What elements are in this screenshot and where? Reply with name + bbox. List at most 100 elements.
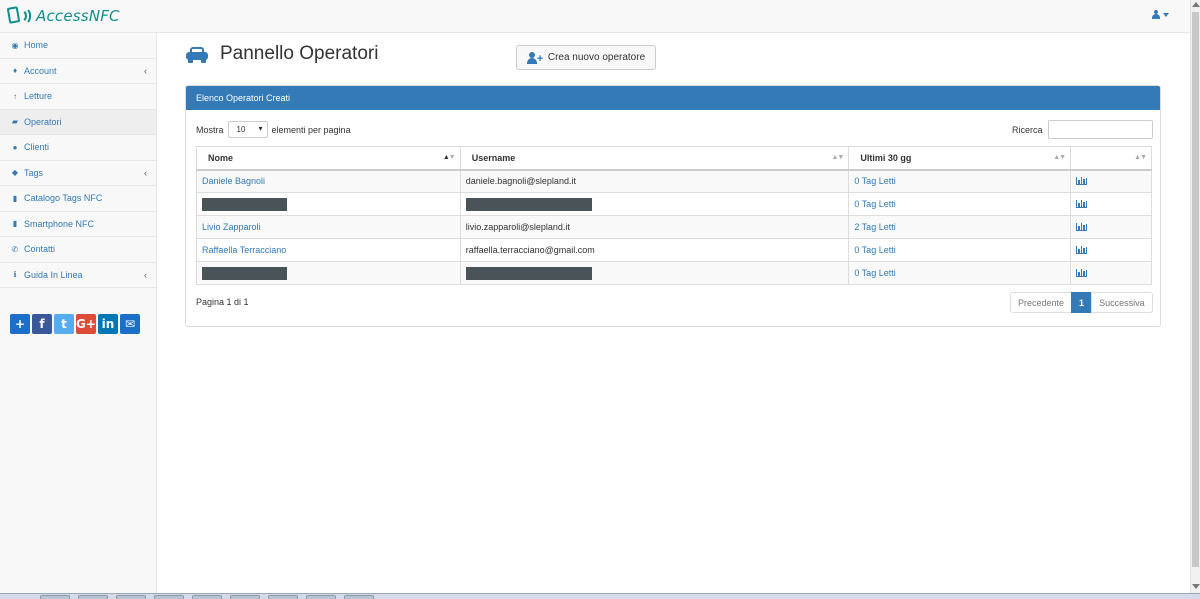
taskbar-button[interactable] <box>192 595 222 599</box>
operator-name-link[interactable]: Daniele Bagnoli <box>202 176 265 186</box>
pagination: Precedente 1 Successiva <box>1010 292 1153 313</box>
google-plus-icon[interactable]: G+ <box>76 314 96 334</box>
taskbar-button[interactable] <box>154 595 184 599</box>
brand-name: AccessNFC <box>36 7 120 25</box>
sidebar-item-label: Letture <box>24 91 53 102</box>
bar-chart-icon[interactable] <box>1076 223 1088 231</box>
sidebar-item-catalogo-tags-nfc[interactable]: ▮ Catalogo Tags NFC <box>0 186 156 212</box>
taskbar-button[interactable] <box>306 595 336 599</box>
scroll-up-arrow-icon[interactable] <box>1192 2 1200 7</box>
sidebar-item-letture[interactable]: ↑ Letture <box>0 84 156 110</box>
vertical-scrollbar[interactable] <box>1190 0 1200 593</box>
page-length-select[interactable]: 10 <box>227 121 268 138</box>
sidebar-item-label: Contatti <box>24 244 56 255</box>
search-input[interactable] <box>1047 120 1153 139</box>
sidebar-item-contatti[interactable]: ✆ Contatti <box>0 237 156 263</box>
share-plus-icon[interactable]: + <box>10 314 30 334</box>
sidebar-item-guida-in-linea[interactable]: ℹ Guida In Linea ‹ <box>0 263 156 288</box>
page-length-value: 10 <box>236 125 246 134</box>
facebook-icon[interactable]: f <box>32 314 52 334</box>
taskbar-button[interactable] <box>230 595 260 599</box>
sidebar-item-label: Operatori <box>24 116 62 127</box>
redacted-name <box>202 266 287 280</box>
tag-reads-link[interactable]: 0 Tag Letti <box>854 268 895 278</box>
taskbar-button[interactable] <box>116 595 146 599</box>
cell-name: Livio Zapparoli <box>196 215 461 239</box>
pagination-next[interactable]: Successiva <box>1091 292 1153 313</box>
column-header-username[interactable]: Username ▲▼ <box>459 146 850 171</box>
sidebar-item-operatori[interactable]: ▰ Operatori <box>0 109 156 135</box>
bar-chart-icon[interactable] <box>1076 200 1088 208</box>
sidebar-item-home[interactable]: ◉ Home <box>0 33 156 59</box>
show-label: Mostra <box>196 124 224 135</box>
column-header-ultimi-30-gg[interactable]: Ultimi 30 gg ▲▼ <box>848 146 1072 171</box>
sidebar-item-label: Account <box>24 65 57 76</box>
linkedin-icon[interactable]: in <box>98 314 118 334</box>
caret-down-icon <box>1163 12 1169 17</box>
chevron-left-icon: ‹ <box>144 269 147 280</box>
column-header-nome[interactable]: Nome ▲▼ <box>196 146 461 171</box>
sidebar-item-account[interactable]: ♦ Account ‹ <box>0 59 156 84</box>
bar-chart-icon[interactable] <box>1076 177 1088 186</box>
email-icon[interactable]: ✉ <box>120 314 140 334</box>
pagination-page-1[interactable]: 1 <box>1071 292 1093 313</box>
sort-both-icon: ▲▼ <box>1053 154 1066 161</box>
sidebar-nav: ◉ Home ♦ Account ‹ ↑ Letture ▰ Operatori ● Clienti… <box>0 33 156 288</box>
sidebar-item-clienti[interactable]: ● Clienti <box>0 135 156 161</box>
bar-chart-icon[interactable] <box>1076 269 1088 277</box>
search-control: Ricerca <box>1012 120 1153 139</box>
redacted-username <box>465 197 592 211</box>
taskbar-button[interactable] <box>78 595 108 599</box>
bar-chart-icon[interactable] <box>1076 246 1088 254</box>
table-row: Daniele Bagnoli daniele.bagnoli@slepland.… <box>196 169 1152 193</box>
tag-reads-link[interactable]: 0 Tag Letti <box>854 176 895 186</box>
tag-reads-link[interactable]: 0 Tag Letti <box>854 245 895 255</box>
create-operator-button[interactable]: + Crea nuovo operatore <box>516 45 656 70</box>
os-taskbar <box>0 593 1200 599</box>
table-header-row: Nome ▲▼ Username ▲▼ Ultimi 30 gg ▲▼ ▲▼ <box>196 146 1152 171</box>
tag-reads-link[interactable]: 0 Tag Letti <box>854 199 895 209</box>
twitter-icon[interactable]: t <box>54 314 74 334</box>
redacted-name <box>202 197 287 211</box>
cell-stats <box>1070 261 1152 285</box>
operator-name-link[interactable]: Raffaella Terracciano <box>202 245 286 255</box>
cell-stats <box>1070 238 1152 262</box>
book-icon: ▮ <box>12 219 18 229</box>
taskbar-button[interactable] <box>40 595 70 599</box>
sort-both-icon: ▲▼ <box>831 154 844 161</box>
sidebar-item-tags[interactable]: ◆ Tags ‹ <box>0 161 156 186</box>
cell-username: daniele.bagnoli@slepland.it <box>459 169 850 193</box>
user-icon <box>1152 10 1160 19</box>
taskbar-button[interactable] <box>268 595 298 599</box>
phone-icon: ✆ <box>11 244 19 254</box>
male-icon: ♦ <box>12 66 18 76</box>
cell-name <box>196 261 461 285</box>
chevron-left-icon: ‹ <box>144 65 147 76</box>
page-header: Pannello Operatori <box>186 43 378 65</box>
table-row: Raffaella Terracciano raffaella.terraccia… <box>196 238 1152 262</box>
chevron-left-icon: ‹ <box>144 167 147 178</box>
cell-name <box>196 192 461 216</box>
operators-panel: Elenco Operatori Creati Mostra 10 elemen… <box>185 85 1161 327</box>
sidebar-item-smartphone-nfc[interactable]: ▮ Smartphone NFC <box>0 212 156 237</box>
cell-reads: 0 Tag Letti <box>848 169 1072 193</box>
tag-reads-link[interactable]: 2 Tag Letti <box>854 222 895 232</box>
top-navbar: AccessNFC <box>0 0 1190 33</box>
sidebar-item-label: Catalogo Tags NFC <box>24 193 103 204</box>
scroll-down-arrow-icon[interactable] <box>1192 584 1200 589</box>
sidebar: ◉ Home ♦ Account ‹ ↑ Letture ▰ Operatori ● Clienti… <box>0 33 157 593</box>
info-circle-icon: ℹ <box>13 270 17 280</box>
nfc-logo-icon <box>6 5 31 27</box>
cell-stats <box>1070 169 1152 193</box>
page-info: Pagina 1 di 1 <box>196 297 249 307</box>
taskbar-button[interactable] <box>344 595 374 599</box>
user-menu-dropdown[interactable] <box>1152 10 1169 19</box>
scroll-thumb[interactable] <box>1192 12 1199 567</box>
users-icon: ● <box>12 142 18 152</box>
operator-username: daniele.bagnoli@slepland.it <box>465 176 576 187</box>
operator-name-link[interactable]: Livio Zapparoli <box>202 222 261 232</box>
column-header-stats[interactable]: ▲▼ <box>1070 146 1152 171</box>
pagination-previous[interactable]: Precedente <box>1010 292 1073 313</box>
brand-link[interactable]: AccessNFC <box>6 5 120 27</box>
panel-heading: Elenco Operatori Creati <box>186 86 1160 110</box>
